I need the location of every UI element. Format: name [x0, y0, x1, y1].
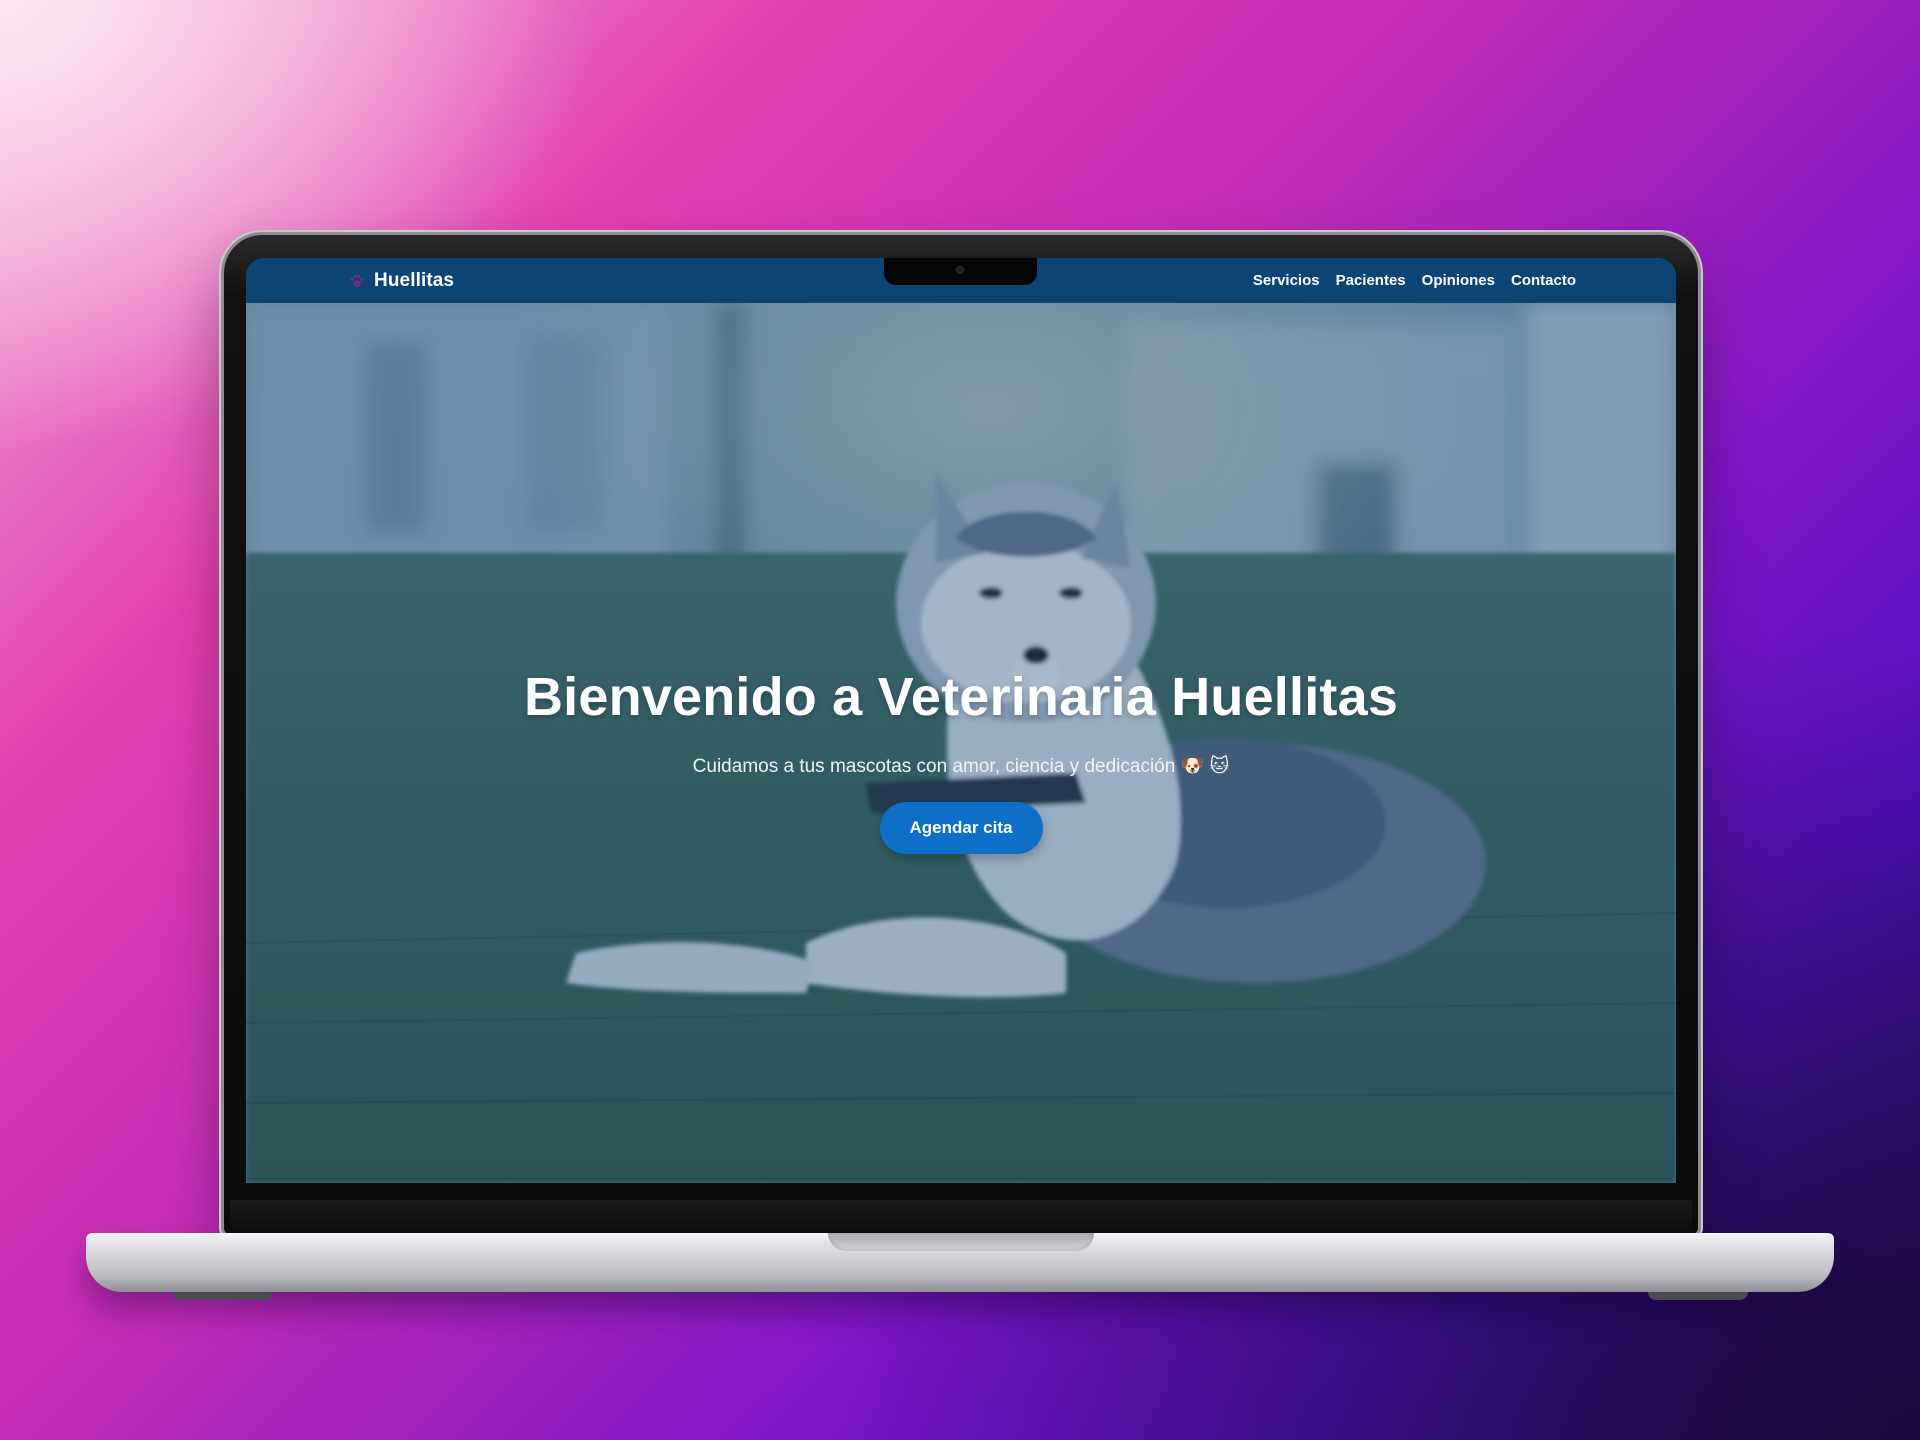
brand-name: Huellitas [374, 269, 455, 291]
nav-links: Servicios Pacientes Opiniones Contacto [1253, 258, 1576, 303]
agendar-cita-button[interactable]: Agendar cita [879, 802, 1043, 854]
camera-icon [956, 266, 964, 274]
hero-title: Bienvenido a Veterinaria Huellitas [523, 667, 1399, 727]
laptop-foot-left [172, 1292, 272, 1300]
hero-content: Bienvenido a Veterinaria Huellitas Cuida… [246, 303, 1676, 1183]
nav-link-opiniones[interactable]: Opiniones [1422, 272, 1495, 289]
laptop-foot-right [1648, 1292, 1748, 1300]
laptop-base [86, 1233, 1834, 1292]
laptop-screen: Huellitas Servicios Pacientes Opiniones … [246, 258, 1676, 1183]
brand[interactable]: Huellitas [348, 258, 454, 303]
camera-notch [884, 258, 1037, 285]
laptop-bezel-bottom [230, 1200, 1692, 1234]
hero-section: Bienvenido a Veterinaria Huellitas Cuida… [246, 303, 1676, 1183]
laptop-base-opening [828, 1233, 1094, 1251]
nav-link-contacto[interactable]: Contacto [1511, 272, 1576, 289]
nav-link-servicios[interactable]: Servicios [1253, 272, 1320, 289]
nav-link-pacientes[interactable]: Pacientes [1336, 272, 1406, 289]
paw-icon [350, 274, 364, 287]
hero-subtitle: Cuidamos a tus mascotas con amor, cienci… [692, 756, 1230, 777]
